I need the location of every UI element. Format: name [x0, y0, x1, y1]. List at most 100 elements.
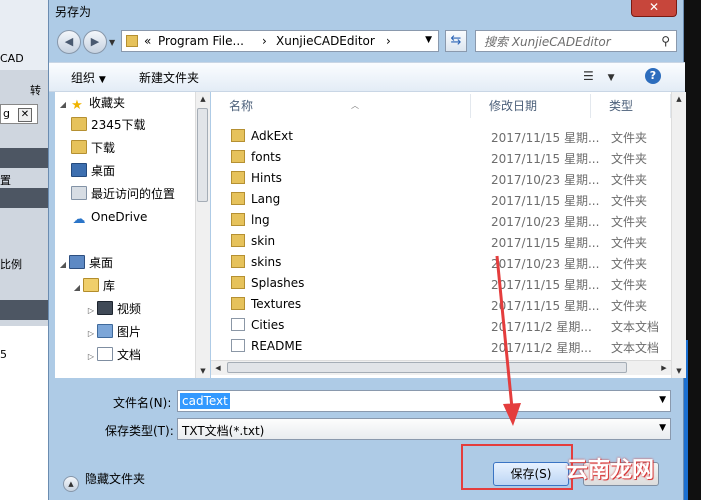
search-input[interactable]	[482, 32, 656, 52]
cloud-icon: ☁	[72, 212, 86, 227]
folder-icon	[231, 297, 245, 310]
expand-caret-icon[interactable]: ◢	[57, 94, 69, 116]
file-row[interactable]: Lang 2017/11/15 星期... 文件夹	[211, 189, 671, 210]
folder-icon	[126, 35, 138, 47]
nav-item-label: 下载	[91, 141, 116, 155]
expand-caret-icon[interactable]: ◢	[57, 254, 69, 276]
nav-item-downloads[interactable]: 下载	[71, 137, 115, 159]
file-row[interactable]: fonts 2017/11/15 星期... 文件夹	[211, 147, 671, 168]
folder-icon	[71, 140, 87, 154]
filetype-value: TXT文档(*.txt)	[182, 424, 265, 438]
desktop-icon	[71, 163, 87, 177]
nav-item-desktop[interactable]: 桌面	[71, 160, 115, 182]
organize-button[interactable]: 组织 ▼	[71, 69, 106, 86]
nav-item-label: 最近访问的位置	[91, 187, 176, 201]
nav-item-2345-downloads[interactable]: 2345下载	[71, 114, 146, 136]
nav-item-documents[interactable]: ▷ 文档	[85, 344, 141, 366]
nav-item-computer-desktop[interactable]: ◢ 桌面	[57, 252, 113, 274]
chevron-down-icon[interactable]: ▼	[659, 395, 666, 405]
scroll-up-icon[interactable]: ▲	[196, 92, 210, 106]
expand-caret-icon[interactable]: ▷	[85, 323, 97, 345]
chevron-down-icon: ▼	[607, 73, 615, 83]
computer-icon	[69, 255, 85, 269]
file-row[interactable]: Textures 2017/11/15 星期... 文件夹	[211, 294, 671, 315]
command-bar: 组织 ▼ 新建文件夹 ☰ ▼ ?	[49, 62, 685, 92]
address-segment-xunjie[interactable]: XunjieCADEditor	[276, 34, 375, 48]
scroll-up-icon[interactable]: ▲	[672, 92, 686, 106]
view-options-button[interactable]: ☰ ▼	[583, 69, 615, 83]
address-bar[interactable]: « Program File... › XunjieCADEditor › ▼	[121, 30, 439, 52]
file-row[interactable]: README 2017/11/2 星期... 文本文档	[211, 336, 671, 357]
help-button[interactable]: ?	[645, 68, 661, 84]
address-separator[interactable]: ›	[386, 34, 391, 48]
bg-app-tab-close-icon[interactable]: ✕	[18, 108, 32, 122]
file-row[interactable]: Hints 2017/10/23 星期... 文件夹	[211, 168, 671, 189]
nav-item-videos[interactable]: ▷ 视频	[85, 298, 141, 320]
chevron-down-icon[interactable]: ▼	[659, 423, 666, 433]
recent-locations-dropdown-icon[interactable]: ▼	[109, 38, 115, 47]
scrollbar-thumb[interactable]	[197, 108, 208, 202]
file-date: 2017/11/15 星期...	[491, 194, 600, 208]
file-row[interactable]: lng 2017/10/23 星期... 文件夹	[211, 210, 671, 231]
filetype-select[interactable]: TXT文档(*.txt) ▼	[177, 418, 671, 440]
nav-item-label: 桌面	[91, 164, 116, 178]
bg-app-text: 比例	[0, 258, 22, 271]
column-header-date[interactable]: 修改日期	[471, 94, 591, 118]
address-separator[interactable]: ›	[262, 34, 267, 48]
bg-app-tab-label: g	[3, 107, 10, 120]
search-box[interactable]: ⚲	[475, 30, 677, 52]
file-row[interactable]: Cities 2017/11/2 星期... 文本文档	[211, 315, 671, 336]
nav-item-label: 收藏夹	[89, 96, 126, 110]
scroll-down-icon[interactable]: ▼	[196, 364, 210, 378]
forward-arrow-icon: ▶	[90, 35, 100, 48]
file-list-vertical-scrollbar[interactable]: ▲ ▼	[671, 92, 686, 378]
address-bar-row: ◀ ▶ ▼ « Program File... › XunjieCADEdito…	[49, 24, 685, 58]
address-overflow[interactable]: «	[144, 34, 151, 48]
file-name: Textures	[251, 297, 302, 311]
file-list-horizontal-scrollbar[interactable]: ◀ ▶	[211, 360, 671, 375]
close-icon: ✕	[648, 0, 660, 14]
file-date: 2017/11/15 星期...	[491, 152, 600, 166]
expand-caret-icon[interactable]: ◢	[71, 277, 83, 299]
refresh-button[interactable]: ⇆	[445, 30, 467, 52]
file-type: 文件夹	[611, 173, 648, 187]
scroll-left-icon[interactable]: ◀	[211, 361, 225, 375]
filename-value[interactable]: cadText	[180, 393, 230, 409]
scroll-right-icon[interactable]: ▶	[657, 361, 671, 375]
save-as-dialog: 另存为 ✕ ◀ ▶ ▼ « Program File... › XunjieCA…	[48, 0, 686, 500]
filename-label: 文件名(N):	[113, 396, 172, 410]
column-header-type[interactable]: 类型	[591, 94, 671, 118]
file-date: 2017/10/23 星期...	[491, 173, 600, 187]
address-dropdown-icon[interactable]: ▼	[425, 35, 432, 45]
file-date: 2017/11/15 星期...	[491, 299, 600, 313]
filename-input[interactable]: cadText ▼	[177, 390, 671, 412]
hide-folders-toggle[interactable]: ▲ 隐藏文件夹	[63, 470, 145, 492]
expand-caret-icon[interactable]: ▷	[85, 300, 97, 322]
nav-item-recent-places[interactable]: 最近访问的位置	[71, 183, 175, 205]
close-button[interactable]: ✕	[631, 0, 677, 17]
back-button[interactable]: ◀	[57, 30, 81, 54]
nav-item-favorites[interactable]: ◢ ★ 收藏夹	[57, 92, 125, 114]
column-date-label: 修改日期	[489, 99, 538, 113]
file-row[interactable]: Splashes 2017/11/15 星期... 文件夹	[211, 273, 671, 294]
nav-item-libraries[interactable]: ◢ 库	[71, 275, 115, 297]
address-segment-program-files[interactable]: Program File...	[158, 34, 244, 48]
file-name: Cities	[251, 318, 285, 332]
nav-item-label: 库	[103, 279, 116, 293]
scroll-down-icon[interactable]: ▼	[672, 364, 686, 378]
file-row[interactable]: AdkExt 2017/11/15 星期... 文件夹	[211, 126, 671, 147]
nav-item-onedrive[interactable]: ☁ OneDrive	[71, 206, 148, 228]
forward-button[interactable]: ▶	[83, 30, 107, 54]
dialog-title: 另存为	[55, 5, 92, 19]
nav-item-pictures[interactable]: ▷ 图片	[85, 321, 141, 343]
nav-item-label: 2345下载	[91, 118, 146, 132]
expand-caret-icon[interactable]: ▷	[85, 346, 97, 368]
file-name: README	[251, 339, 303, 353]
new-folder-button[interactable]: 新建文件夹	[139, 69, 199, 86]
file-row[interactable]: skins 2017/10/23 星期... 文件夹	[211, 252, 671, 273]
scrollbar-thumb[interactable]	[227, 362, 627, 373]
file-row[interactable]: skin 2017/11/15 星期... 文件夹	[211, 231, 671, 252]
column-header-name[interactable]: 名称 ︿	[211, 94, 471, 118]
nav-pane-scrollbar[interactable]: ▲ ▼	[195, 92, 210, 378]
search-icon[interactable]: ⚲	[661, 34, 670, 48]
